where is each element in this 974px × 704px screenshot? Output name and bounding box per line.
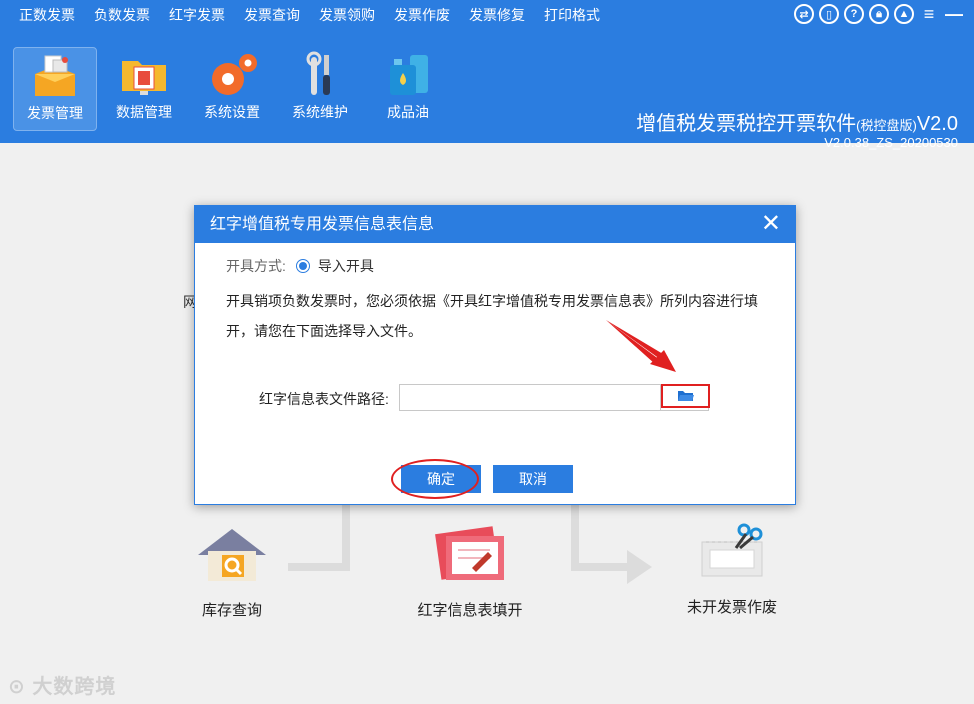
app-title: 增值税发票税控开票软件(税控盘版)V2.0	[636, 107, 958, 136]
flow-label: 库存查询	[201, 602, 262, 619]
switch-icon[interactable]: ⇄	[794, 4, 814, 24]
file-path-input[interactable]	[399, 384, 661, 411]
app-title-text: 增值税发票税控开票软件	[636, 113, 857, 135]
toolbar-invoice-management[interactable]: 发票管理	[13, 47, 97, 131]
cancel-button[interactable]: 取消	[493, 465, 573, 493]
gears-icon	[204, 51, 260, 99]
flow-connector	[288, 563, 348, 571]
menu-icon[interactable]: ≡	[919, 4, 939, 24]
app-version: V2.0.38_ZS_20200530	[824, 135, 958, 150]
flow-connector	[342, 505, 350, 571]
red-form-pen-icon	[435, 526, 504, 580]
flow-label: 红字信息表填开	[417, 602, 523, 619]
app-edition: (税控盘版)	[856, 118, 917, 133]
dialog-title: 红字增值税专用发票信息表信息	[210, 216, 435, 233]
minimize-icon[interactable]: —	[944, 4, 964, 24]
issue-mode-label: 开具方式:	[226, 258, 286, 274]
flow-void-unissued[interactable]: 未开发票作废	[676, 522, 788, 617]
toolbar-system-maintenance[interactable]: 系统维护	[278, 47, 362, 131]
menu-invoice-purchase[interactable]: 发票领购	[309, 0, 384, 31]
close-icon[interactable]: ✕	[761, 206, 781, 241]
menu-invoice-void[interactable]: 发票作废	[384, 0, 459, 31]
app-version-short: V2.0	[916, 113, 958, 135]
toolbar-refined-oil[interactable]: 成品油	[366, 47, 450, 131]
house-search-icon	[198, 529, 266, 581]
top-menu-bar: 正数发票 负数发票 红字发票 发票查询 发票领购 发票作废 发票修复 打印格式 …	[0, 0, 974, 31]
scissors-ticket-icon	[701, 523, 763, 577]
flow-connector	[571, 505, 579, 571]
watermark-text: 大数跨境	[32, 676, 117, 698]
help-icon[interactable]: ?	[844, 4, 864, 24]
lock-icon[interactable]: 🔒︎	[869, 4, 889, 24]
red-info-dialog: 红字增值税专用发票信息表信息 ✕ 开具方式: 导入开具 开具销项负数发票时，您必…	[194, 205, 796, 505]
toolbar-label: 发票管理	[27, 105, 83, 121]
flow-connector	[571, 563, 629, 571]
issue-mode-value: 导入开具	[317, 258, 374, 274]
menu-invoice-query[interactable]: 发票查询	[234, 0, 309, 31]
menu-positive-invoice[interactable]: 正数发票	[0, 0, 84, 31]
confirm-button[interactable]: 确定	[401, 465, 481, 493]
window-controls: ⇄ ▯ ? 🔒︎ ▲ ≡ —	[794, 4, 964, 24]
user-icon[interactable]: ▲	[894, 4, 914, 24]
tools-icon	[292, 51, 348, 99]
menu-negative-invoice[interactable]: 负数发票	[84, 0, 159, 31]
main-toolbar: 发票管理 数据管理 系统设置 系统维护 成品油 增值税发票税控开票软件(税控盘版…	[0, 31, 974, 150]
tablet-icon[interactable]: ▯	[819, 4, 839, 24]
toolbar-label: 成品油	[387, 104, 429, 120]
toolbar-label: 系统设置	[204, 104, 260, 120]
toolbar-label: 系统维护	[292, 104, 348, 120]
dialog-header: 红字增值税专用发票信息表信息 ✕	[195, 206, 795, 243]
issue-mode-row: 开具方式: 导入开具	[226, 256, 374, 276]
menu-red-invoice[interactable]: 红字发票	[159, 0, 234, 31]
watermark: ⊙ 大数跨境	[8, 670, 116, 699]
issue-mode-radio[interactable]	[295, 259, 310, 273]
invoice-box-icon	[27, 52, 83, 100]
dialog-description: 开具销项负数发票时，您必须依据《开具红字增值税专用发票信息表》所列内容进行填开，…	[226, 293, 758, 339]
menu-invoice-repair[interactable]: 发票修复	[459, 0, 534, 31]
toolbar-label: 数据管理	[116, 104, 172, 120]
folder-data-icon	[116, 51, 172, 99]
flow-label: 未开发票作废	[686, 599, 777, 616]
watermark-logo-icon: ⊙	[8, 676, 26, 698]
menu-print-format[interactable]: 打印格式	[534, 0, 609, 31]
browse-folder-button[interactable]	[661, 384, 710, 408]
folder-open-icon	[677, 391, 694, 401]
toolbar-data-management[interactable]: 数据管理	[102, 47, 186, 131]
file-path-label: 红字信息表文件路径:	[259, 391, 389, 407]
toolbar-system-settings[interactable]: 系统设置	[190, 47, 274, 131]
oil-can-icon	[380, 51, 436, 99]
flow-stock-query[interactable]: 库存查询	[186, 525, 278, 620]
flow-red-form-fill[interactable]: 红字信息表填开	[415, 522, 525, 622]
